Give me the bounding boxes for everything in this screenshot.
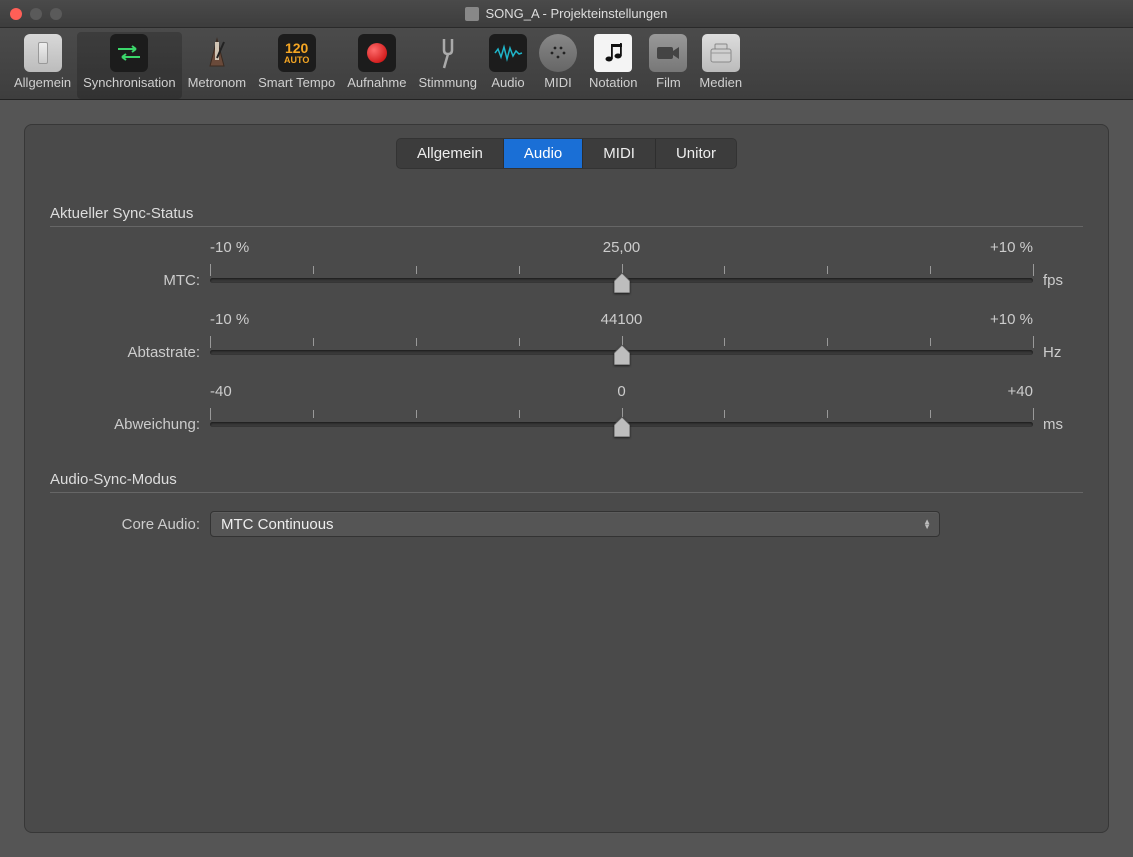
film-icon [649, 34, 687, 72]
core-audio-popup[interactable]: MTC Continuous ▲▼ [210, 511, 940, 537]
window: SONG_A - Projekteinstellungen Allgemein … [0, 0, 1133, 857]
zoom-button[interactable] [50, 8, 62, 20]
window-title: SONG_A - Projekteinstellungen [485, 6, 667, 21]
center: 0 [617, 383, 625, 400]
slider-samplerate-label: Abtastrate: [50, 344, 210, 361]
notation-icon [594, 34, 632, 72]
slider-thumb[interactable] [614, 417, 630, 437]
toolbar: Allgemein Synchronisation Metronom [0, 28, 1133, 100]
toolbar-audio[interactable]: Audio [483, 32, 533, 99]
sync-icon [110, 34, 148, 72]
slider-deviation-row: Abweichung: -40 0 +40 [50, 389, 1083, 433]
label: Stimmung [418, 75, 477, 90]
slider-samplerate-unit: Hz [1033, 344, 1083, 361]
waveform-icon [489, 34, 527, 72]
core-audio-value: MTC Continuous [221, 516, 334, 533]
core-audio-row: Core Audio: MTC Continuous ▲▼ [50, 511, 1083, 537]
close-button[interactable] [10, 8, 22, 20]
slider-mtc-scale: -10 % 25,00 +10 % [210, 239, 1033, 256]
slider-mtc-label: MTC: [50, 272, 210, 289]
tab-audio[interactable]: Audio [504, 139, 583, 168]
midi-icon [539, 34, 577, 72]
label: Audio [491, 75, 524, 90]
slider-deviation-scale: -40 0 +40 [210, 383, 1033, 400]
slider-samplerate[interactable]: -10 % 44100 +10 % [210, 317, 1033, 361]
slider-thumb[interactable] [614, 273, 630, 293]
sub-tabs: Allgemein Audio MIDI Unitor [396, 138, 737, 169]
toolbar-metronom[interactable]: Metronom [182, 32, 253, 99]
minimize-button[interactable] [30, 8, 42, 20]
center: 44100 [601, 311, 643, 328]
toolbar-midi[interactable]: MIDI [533, 32, 583, 99]
switch-icon [24, 34, 62, 72]
toolbar-film[interactable]: Film [643, 32, 693, 99]
toolbar-synchronisation[interactable]: Synchronisation [77, 32, 182, 99]
window-title-icon [465, 7, 479, 21]
chevron-up-down-icon: ▲▼ [923, 519, 931, 529]
min: -10 % [210, 311, 249, 328]
max: +10 % [990, 239, 1033, 256]
slider-deviation-unit: ms [1033, 416, 1083, 433]
toolbar-medien[interactable]: Medien [693, 32, 748, 99]
smart-tempo-icon: 120 AUTO [278, 34, 316, 72]
label: Medien [699, 75, 742, 90]
label: Smart Tempo [258, 75, 335, 90]
sub-tabs-row: Allgemein Audio MIDI Unitor [50, 138, 1083, 169]
toolbar-aufnahme[interactable]: Aufnahme [341, 32, 412, 99]
max: +40 [1008, 383, 1033, 400]
tab-allgemein[interactable]: Allgemein [397, 139, 504, 168]
label: Allgemein [14, 75, 71, 90]
toolbar-allgemein[interactable]: Allgemein [8, 32, 77, 99]
label: Synchronisation [83, 75, 176, 90]
label: Metronom [188, 75, 247, 90]
slider-mtc-unit: fps [1033, 272, 1083, 289]
tempo-number: 120 [285, 41, 308, 55]
min: -40 [210, 383, 232, 400]
traffic-lights [10, 8, 62, 20]
slider-mtc-row: MTC: -10 % 25,00 +10 % [50, 245, 1083, 289]
core-audio-label: Core Audio: [50, 516, 210, 533]
record-icon [358, 34, 396, 72]
section-rule-2 [50, 492, 1083, 493]
media-icon [702, 34, 740, 72]
metronome-icon [198, 34, 236, 72]
slider-deviation-label: Abweichung: [50, 416, 210, 433]
section-sync-title: Aktueller Sync-Status [50, 205, 1083, 222]
slider-thumb[interactable] [614, 345, 630, 365]
titlebar: SONG_A - Projekteinstellungen [0, 0, 1133, 28]
slider-mtc[interactable]: -10 % 25,00 +10 % [210, 245, 1033, 289]
toolbar-smart-tempo[interactable]: 120 AUTO Smart Tempo [252, 32, 341, 99]
label: Film [656, 75, 681, 90]
window-title-wrap: SONG_A - Projekteinstellungen [0, 6, 1133, 21]
tempo-auto: AUTO [284, 55, 309, 65]
section-rule [50, 226, 1083, 227]
toolbar-notation[interactable]: Notation [583, 32, 643, 99]
panel: Allgemein Audio MIDI Unitor Aktueller Sy… [24, 124, 1109, 833]
label: Aufnahme [347, 75, 406, 90]
content-outer: Allgemein Audio MIDI Unitor Aktueller Sy… [0, 100, 1133, 857]
tuning-fork-icon [429, 34, 467, 72]
label: Notation [589, 75, 637, 90]
tab-unitor[interactable]: Unitor [656, 139, 736, 168]
center: 25,00 [603, 239, 641, 256]
slider-samplerate-row: Abtastrate: -10 % 44100 +10 % [50, 317, 1083, 361]
slider-samplerate-scale: -10 % 44100 +10 % [210, 311, 1033, 328]
label: MIDI [544, 75, 571, 90]
min: -10 % [210, 239, 249, 256]
toolbar-stimmung[interactable]: Stimmung [412, 32, 483, 99]
tab-midi[interactable]: MIDI [583, 139, 656, 168]
section-mode-title: Audio-Sync-Modus [50, 471, 1083, 488]
max: +10 % [990, 311, 1033, 328]
slider-deviation[interactable]: -40 0 +40 [210, 389, 1033, 433]
